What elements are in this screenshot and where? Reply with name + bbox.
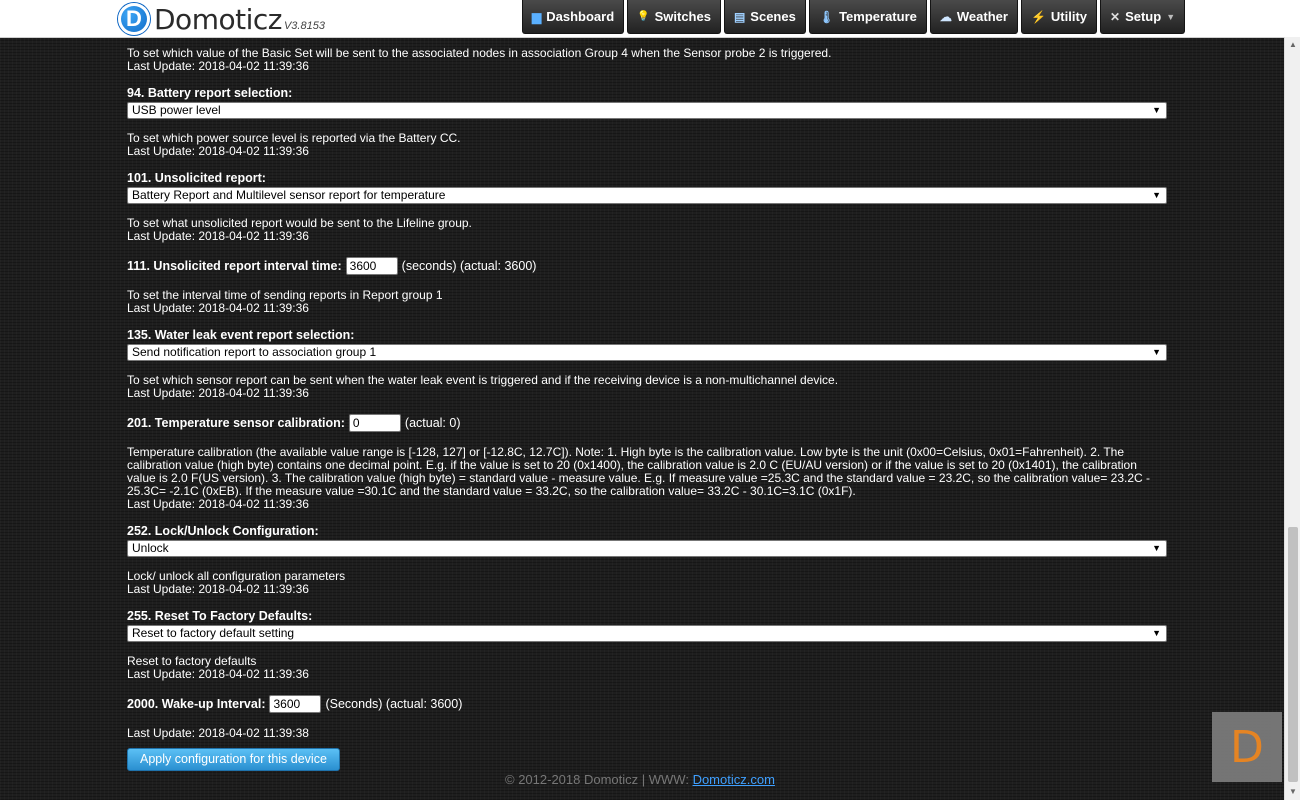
temperature-calibration-input[interactable]: 0 <box>348 414 401 432</box>
select-value: Battery Report and Multilevel sensor rep… <box>132 188 446 202</box>
wakeup-interval-input[interactable]: 3600 <box>269 695 322 713</box>
interval-time-input[interactable]: 3600 <box>345 257 398 275</box>
nav-label: Weather <box>956 9 1008 24</box>
dropdown-arrow-icon: ▼ <box>1152 190 1161 200</box>
param-label: 2000. Wake-up Interval: <box>127 696 266 711</box>
domoticz-link[interactable]: Domoticz.com <box>693 772 775 787</box>
scenes-icon: ▤ <box>733 9 746 24</box>
domoticz-logo[interactable]: D Domoticz V3.8153 <box>118 2 325 36</box>
param-last-update: Last Update: 2018-04-02 11:39:36 <box>127 386 309 400</box>
param-input-row: 111. Unsolicited report interval time: 3… <box>127 256 1159 276</box>
param-label: 94. Battery report selection: <box>127 86 293 100</box>
param-block-previous: To set which value of the Basic Set will… <box>127 47 1159 73</box>
dropdown-arrow-icon: ▼ <box>1152 105 1161 115</box>
tools-icon: ✕ <box>1110 9 1121 24</box>
nav-dashboard[interactable]: ▆ Dashboard <box>522 0 625 34</box>
param-input-row: 2000. Wake-up Interval: 3600 (Seconds) (… <box>127 694 1159 714</box>
dropdown-arrow-icon: ▼ <box>1152 543 1161 553</box>
nav-label: Switches <box>654 9 711 24</box>
nav-label: Dashboard <box>546 9 615 24</box>
nav-label: Temperature <box>839 9 917 24</box>
param-last-update: Last Update: 2018-04-02 11:39:36 <box>127 301 309 315</box>
app-version: V3.8153 <box>283 20 325 32</box>
factory-reset-select[interactable]: Reset to factory default setting ▼ <box>127 625 1167 642</box>
unsolicited-report-select[interactable]: Battery Report and Multilevel sensor rep… <box>127 187 1167 204</box>
select-value: Reset to factory default setting <box>132 626 295 640</box>
param-last-update: Last Update: 2018-04-02 11:39:36 <box>127 144 309 158</box>
apply-configuration-button[interactable]: Apply configuration for this device <box>127 748 340 771</box>
param-last-update: Last Update: 2018-04-02 11:39:36 <box>127 59 309 73</box>
param-last-update: Last Update: 2018-04-02 11:39:36 <box>127 497 309 511</box>
device-configuration: To set which value of the Basic Set will… <box>127 47 1167 771</box>
scrollbar-thumb[interactable] <box>1288 527 1298 782</box>
param-last-update: Last Update: 2018-04-02 11:39:36 <box>127 667 309 681</box>
nav-label: Setup <box>1125 9 1162 24</box>
nav-utility[interactable]: ⚡ Utility <box>1020 0 1098 34</box>
select-value: USB power level <box>132 103 221 117</box>
param-label: 255. Reset To Factory Defaults: <box>127 609 313 623</box>
top-bar: D Domoticz V3.8153 ▆ Dashboard 💡 Switche… <box>0 0 1300 38</box>
param-block-94: 94. Battery report selection: USB power … <box>127 86 1167 158</box>
param-last-update: Last Update: 2018-04-02 11:39:36 <box>127 229 309 243</box>
nav-switches[interactable]: 💡 Switches <box>627 0 721 34</box>
nav-weather[interactable]: ☁ Weather <box>929 0 1018 34</box>
nav-scenes[interactable]: ▤ Scenes <box>723 0 806 34</box>
param-label: 201. Temperature sensor calibration: <box>127 415 345 430</box>
param-block-2000: 2000. Wake-up Interval: 3600 (Seconds) (… <box>127 694 1159 740</box>
main-nav: ▆ Dashboard 💡 Switches ▤ Scenes 🌡 Temper… <box>522 0 1188 37</box>
param-label: 111. Unsolicited report interval time: <box>127 258 342 273</box>
watermark-logo-icon: D <box>1212 712 1282 782</box>
water-leak-report-select[interactable]: Send notification report to association … <box>127 344 1167 361</box>
lightning-icon: ⚡ <box>1030 9 1046 24</box>
vertical-scrollbar[interactable]: ▲ ▼ <box>1284 37 1300 800</box>
lightbulb-icon: 💡 <box>637 11 650 22</box>
param-block-255: 255. Reset To Factory Defaults: Reset to… <box>127 609 1167 681</box>
nav-label: Utility <box>1050 9 1088 24</box>
cloud-icon: ☁ <box>939 9 952 24</box>
select-value: Unlock <box>132 541 169 555</box>
dashboard-icon: ▆ <box>532 9 542 24</box>
nav-temperature[interactable]: 🌡 Temperature <box>808 0 927 34</box>
footer: © 2012-2018 Domoticz | WWW: Domoticz.com <box>505 772 775 787</box>
param-block-135: 135. Water leak event report selection: … <box>127 328 1167 400</box>
logo-icon: D <box>118 3 150 35</box>
param-last-update: Last Update: 2018-04-02 11:39:36 <box>127 582 309 596</box>
param-actual: (seconds) (actual: 3600) <box>401 258 537 273</box>
param-block-101: 101. Unsolicited report: Battery Report … <box>127 171 1167 243</box>
dropdown-arrow-icon: ▼ <box>1152 347 1161 357</box>
param-last-update: Last Update: 2018-04-02 11:39:38 <box>127 726 309 740</box>
param-label: 101. Unsolicited report: <box>127 171 266 185</box>
scroll-down-icon[interactable]: ▼ <box>1285 784 1300 800</box>
param-actual: (actual: 0) <box>404 415 461 430</box>
param-block-201: 201. Temperature sensor calibration: 0 (… <box>127 413 1159 511</box>
param-description: Temperature calibration (the available v… <box>127 445 1151 498</box>
nav-setup[interactable]: ✕ Setup ▼ <box>1100 0 1186 34</box>
param-block-111: 111. Unsolicited report interval time: 3… <box>127 256 1159 315</box>
lock-unlock-select[interactable]: Unlock ▼ <box>127 540 1167 557</box>
select-value: Send notification report to association … <box>132 345 377 359</box>
dropdown-arrow-icon: ▼ <box>1152 628 1161 638</box>
param-input-row: 201. Temperature sensor calibration: 0 (… <box>127 413 1159 433</box>
param-block-252: 252. Lock/Unlock Configuration: Unlock ▼… <box>127 524 1167 596</box>
param-label: 252. Lock/Unlock Configuration: <box>127 524 319 538</box>
thermometer-icon: 🌡 <box>818 9 835 24</box>
scroll-up-icon[interactable]: ▲ <box>1285 37 1300 53</box>
app-name: Domoticz <box>154 2 282 36</box>
battery-report-select[interactable]: USB power level ▼ <box>127 102 1167 119</box>
caret-down-icon: ▼ <box>1166 11 1176 22</box>
param-actual: (Seconds) (actual: 3600) <box>325 696 463 711</box>
copyright-text: © 2012-2018 Domoticz | WWW: <box>505 772 689 787</box>
nav-label: Scenes <box>750 9 796 24</box>
param-label: 135. Water leak event report selection: <box>127 328 355 342</box>
